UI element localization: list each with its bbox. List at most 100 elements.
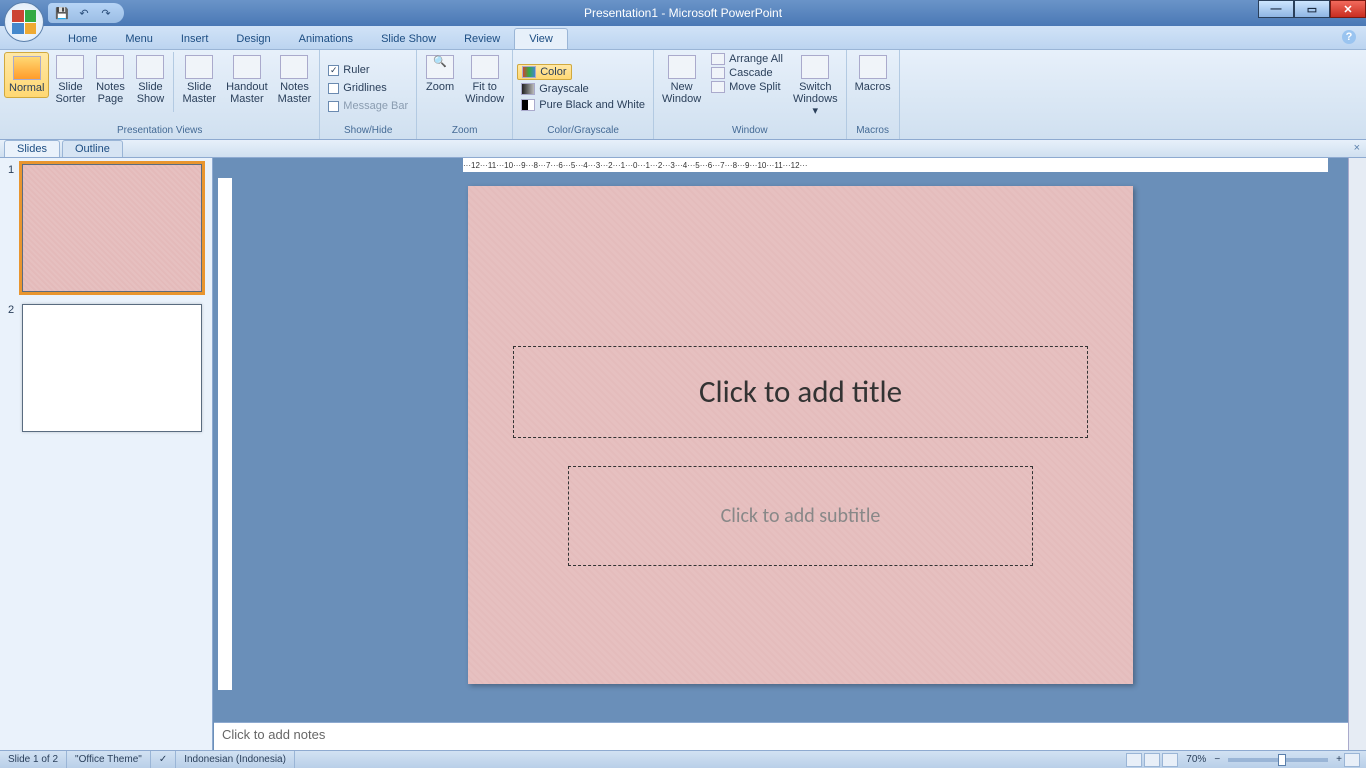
notes-page-icon: [96, 55, 124, 79]
check-gridlines[interactable]: Gridlines: [324, 80, 390, 96]
bw-icon: [521, 99, 535, 111]
move-split-icon: [711, 81, 725, 93]
undo-icon[interactable]: ↶: [76, 5, 92, 21]
btn-new-window[interactable]: New Window: [658, 52, 705, 108]
workspace: 1 2 ···12···11···10···9···8···7···6···5·…: [0, 158, 1366, 750]
tab-design[interactable]: Design: [222, 29, 284, 49]
fit-to-window-button[interactable]: [1344, 753, 1360, 767]
maximize-button[interactable]: ▭: [1294, 0, 1330, 18]
tab-home[interactable]: Home: [54, 29, 111, 49]
check-ruler[interactable]: ✓Ruler: [324, 62, 373, 78]
arrange-all-icon: [711, 53, 725, 65]
ribbon: Normal Slide Sorter Notes Page Slide Sho…: [0, 50, 1366, 140]
status-slide-number: Slide 1 of 2: [0, 751, 67, 768]
color-icon: [522, 66, 536, 78]
macros-icon: [859, 55, 887, 79]
slide-sorter-icon: [56, 55, 84, 79]
new-window-icon: [668, 55, 696, 79]
group-label-views: Presentation Views: [4, 124, 315, 137]
zoom-in-button[interactable]: +: [1336, 754, 1342, 765]
group-label-zoom: Zoom: [421, 124, 508, 137]
slide-editor: ···12···11···10···9···8···7···6···5···4·…: [213, 158, 1348, 750]
slide-thumbnails-panel: 1 2: [0, 158, 213, 750]
tab-view[interactable]: View: [514, 28, 568, 49]
minimize-button[interactable]: —: [1258, 0, 1294, 18]
thumb-wrap-2[interactable]: 2: [6, 304, 206, 432]
help-icon[interactable]: ?: [1342, 30, 1356, 44]
office-button[interactable]: [4, 2, 44, 42]
save-icon[interactable]: 💾: [54, 5, 70, 21]
group-zoom: 🔍Zoom Fit to Window Zoom: [417, 50, 513, 139]
grayscale-icon: [521, 83, 535, 95]
check-message-bar: Message Bar: [324, 98, 412, 114]
group-label-window: Window: [658, 124, 842, 137]
btn-slide-sorter[interactable]: Slide Sorter: [51, 52, 89, 108]
quick-access-toolbar: 💾 ↶ ↷: [48, 3, 124, 23]
view-sorter-icon[interactable]: [1144, 753, 1160, 767]
zoom-level: 70%: [1186, 754, 1206, 765]
btn-notes-page[interactable]: Notes Page: [91, 52, 129, 108]
vertical-ruler: [218, 178, 232, 690]
office-logo-icon: [12, 10, 36, 34]
close-button[interactable]: ✕: [1330, 0, 1366, 18]
btn-switch-windows[interactable]: Switch Windows▾: [789, 52, 842, 120]
view-slideshow-icon[interactable]: [1162, 753, 1178, 767]
status-theme: "Office Theme": [67, 751, 151, 768]
notes-pane[interactable]: Click to add notes: [214, 722, 1348, 750]
slide-show-icon: [136, 55, 164, 79]
slide-panel-tabs: Slides Outline ×: [0, 140, 1366, 158]
btn-normal[interactable]: Normal: [4, 52, 49, 98]
zoom-icon: 🔍: [426, 55, 454, 79]
tab-menu[interactable]: Menu: [111, 29, 167, 49]
btn-fit-to-window[interactable]: Fit to Window: [461, 52, 508, 108]
status-language[interactable]: Indonesian (Indonesia): [176, 751, 295, 768]
status-spellcheck-icon[interactable]: ✓: [151, 751, 176, 768]
thumb-number: 2: [8, 304, 14, 316]
title-bar: 💾 ↶ ↷ Presentation1 - Microsoft PowerPoi…: [0, 0, 1366, 26]
tab-animations[interactable]: Animations: [285, 29, 367, 49]
cascade-icon: [711, 67, 725, 79]
slide-canvas[interactable]: Click to add title Click to add subtitle: [468, 186, 1133, 684]
title-placeholder[interactable]: Click to add title: [513, 346, 1088, 438]
vertical-scrollbar[interactable]: [1348, 158, 1366, 750]
btn-pure-bw[interactable]: Pure Black and White: [517, 98, 649, 112]
group-label-showhide: Show/Hide: [324, 124, 412, 137]
tab-review[interactable]: Review: [450, 29, 514, 49]
slide-master-icon: [185, 55, 213, 79]
btn-cascade[interactable]: Cascade: [707, 66, 787, 80]
btn-macros[interactable]: Macros: [851, 52, 895, 96]
btn-slide-show[interactable]: Slide Show: [131, 52, 169, 108]
switch-windows-icon: [801, 55, 829, 79]
redo-icon[interactable]: ↷: [98, 5, 114, 21]
slide-thumbnail-1[interactable]: [22, 164, 202, 292]
group-presentation-views: Normal Slide Sorter Notes Page Slide Sho…: [0, 50, 320, 139]
zoom-slider[interactable]: [1228, 758, 1328, 762]
subtitle-placeholder[interactable]: Click to add subtitle: [568, 466, 1033, 566]
thumb-wrap-1[interactable]: 1: [6, 164, 206, 292]
tab-slideshow[interactable]: Slide Show: [367, 29, 450, 49]
btn-handout-master[interactable]: Handout Master: [222, 52, 272, 108]
btn-move-split[interactable]: Move Split: [707, 80, 787, 94]
tab-insert[interactable]: Insert: [167, 29, 223, 49]
slide-thumbnail-2[interactable]: [22, 304, 202, 432]
group-label-macros: Macros: [851, 124, 895, 137]
group-color-grayscale: Color Grayscale Pure Black and White Col…: [513, 50, 654, 139]
tab-slides[interactable]: Slides: [4, 140, 60, 157]
btn-arrange-all[interactable]: Arrange All: [707, 52, 787, 66]
view-normal-icon[interactable]: [1126, 753, 1142, 767]
ribbon-tabs: Home Menu Insert Design Animations Slide…: [0, 26, 1366, 50]
btn-grayscale[interactable]: Grayscale: [517, 82, 593, 96]
thumb-number: 1: [8, 164, 14, 176]
tab-outline[interactable]: Outline: [62, 140, 123, 157]
btn-slide-master[interactable]: Slide Master: [178, 52, 220, 108]
window-buttons: — ▭ ✕: [1258, 0, 1366, 18]
group-window: New Window Arrange All Cascade Move Spli…: [654, 50, 847, 139]
btn-color[interactable]: Color: [517, 64, 571, 80]
btn-notes-master[interactable]: Notes Master: [274, 52, 316, 108]
zoom-out-button[interactable]: −: [1214, 754, 1220, 765]
notes-master-icon: [280, 55, 308, 79]
panel-close-icon[interactable]: ×: [1354, 142, 1360, 154]
normal-view-icon: [13, 56, 41, 80]
btn-zoom[interactable]: 🔍Zoom: [421, 52, 459, 96]
horizontal-ruler: ···12···11···10···9···8···7···6···5···4·…: [463, 158, 1328, 172]
